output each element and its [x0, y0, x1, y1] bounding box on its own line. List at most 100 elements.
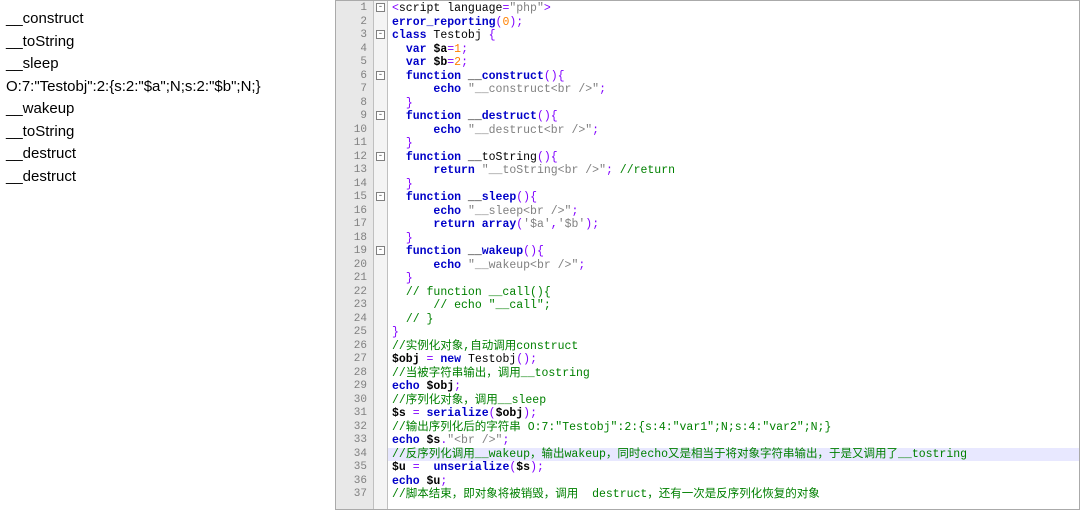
code-line[interactable]: }	[392, 232, 1079, 246]
fold-toggle-icon[interactable]: -	[376, 192, 385, 201]
fold-marker[interactable]: -	[374, 109, 387, 123]
line-number: 35	[336, 461, 367, 475]
code-line[interactable]: echo $s."<br />";	[392, 434, 1079, 448]
line-number: 18	[336, 232, 367, 246]
code-line[interactable]: }	[392, 97, 1079, 111]
code-line[interactable]: // function __call(){	[392, 286, 1079, 300]
code-line[interactable]: $obj = new Testobj();	[392, 353, 1079, 367]
line-number: 23	[336, 299, 367, 313]
fold-marker	[374, 298, 387, 312]
code-line[interactable]: $s = serialize($obj);	[392, 407, 1079, 421]
code-line[interactable]: // echo "__call";	[392, 299, 1079, 313]
code-line[interactable]: var $a=1;	[392, 43, 1079, 57]
line-number: 32	[336, 421, 367, 435]
code-line[interactable]: error_reporting(0);	[392, 16, 1079, 30]
line-number: 12	[336, 151, 367, 165]
code-line[interactable]: //实例化对象,自动调用construct	[392, 340, 1079, 354]
line-number: 4	[336, 43, 367, 57]
code-line[interactable]: var $b=2;	[392, 56, 1079, 70]
code-line[interactable]: function __wakeup(){	[392, 245, 1079, 259]
line-number: 37	[336, 488, 367, 502]
fold-marker	[374, 136, 387, 150]
code-line[interactable]: function __sleep(){	[392, 191, 1079, 205]
output-line: __sleep	[6, 53, 329, 76]
line-number: 28	[336, 367, 367, 381]
fold-marker	[374, 285, 387, 299]
line-number: 19	[336, 245, 367, 259]
fold-marker[interactable]: -	[374, 150, 387, 164]
fold-marker[interactable]: -	[374, 1, 387, 15]
code-line[interactable]: //当被字符串输出，调用__tostring	[392, 367, 1079, 381]
line-number: 24	[336, 313, 367, 327]
fold-marker	[374, 217, 387, 231]
code-editor[interactable]: 1234567891011121314151617181920212223242…	[335, 0, 1080, 510]
code-line[interactable]: class Testobj {	[392, 29, 1079, 43]
fold-toggle-icon[interactable]: -	[376, 30, 385, 39]
line-number: 31	[336, 407, 367, 421]
fold-marker	[374, 231, 387, 245]
fold-marker	[374, 339, 387, 353]
fold-marker[interactable]: -	[374, 69, 387, 83]
fold-marker	[374, 15, 387, 29]
code-area[interactable]: <script language="php">error_reporting(0…	[388, 1, 1079, 509]
fold-marker	[374, 55, 387, 69]
code-line[interactable]: echo "__wakeup<br />";	[392, 259, 1079, 273]
fold-marker	[374, 352, 387, 366]
code-line[interactable]: echo "__destruct<br />";	[392, 124, 1079, 138]
line-number: 30	[336, 394, 367, 408]
code-line[interactable]: //脚本结束，即对象将被销毁，调用 destruct，还有一次是反序列化恢复的对…	[392, 488, 1079, 502]
code-line[interactable]: echo "__sleep<br />";	[392, 205, 1079, 219]
fold-marker[interactable]: -	[374, 244, 387, 258]
line-number: 21	[336, 272, 367, 286]
fold-toggle-icon[interactable]: -	[376, 246, 385, 255]
code-line[interactable]: }	[392, 326, 1079, 340]
code-line[interactable]: function __toString(){	[392, 151, 1079, 165]
code-line[interactable]: echo "__construct<br />";	[392, 83, 1079, 97]
line-number: 9	[336, 110, 367, 124]
code-line[interactable]: function __destruct(){	[392, 110, 1079, 124]
fold-marker	[374, 123, 387, 137]
fold-column[interactable]: - - - - - - -	[374, 1, 388, 509]
line-number: 15	[336, 191, 367, 205]
fold-marker	[374, 379, 387, 393]
fold-toggle-icon[interactable]: -	[376, 71, 385, 80]
code-line[interactable]: echo $u;	[392, 475, 1079, 489]
output-line: __toString	[6, 31, 329, 54]
fold-toggle-icon[interactable]: -	[376, 152, 385, 161]
code-line[interactable]: $u = unserialize($s);	[392, 461, 1079, 475]
line-number: 33	[336, 434, 367, 448]
code-line[interactable]: }	[392, 178, 1079, 192]
code-line[interactable]: return "__toString<br />"; //return	[392, 164, 1079, 178]
line-number: 26	[336, 340, 367, 354]
code-line[interactable]: echo $obj;	[392, 380, 1079, 394]
line-number: 29	[336, 380, 367, 394]
fold-marker	[374, 474, 387, 488]
fold-marker	[374, 163, 387, 177]
code-line[interactable]: // }	[392, 313, 1079, 327]
output-panel: __construct __toString __sleep O:7:"Test…	[0, 0, 335, 510]
line-number: 27	[336, 353, 367, 367]
line-number: 16	[336, 205, 367, 219]
code-line[interactable]: return array('$a','$b');	[392, 218, 1079, 232]
fold-marker	[374, 82, 387, 96]
fold-marker	[374, 366, 387, 380]
code-line[interactable]: }	[392, 272, 1079, 286]
line-number: 2	[336, 16, 367, 30]
fold-marker	[374, 177, 387, 191]
code-line[interactable]: //输出序列化后的字符串 O:7:"Testobj":2:{s:4:"var1"…	[392, 421, 1079, 435]
line-number: 3	[336, 29, 367, 43]
code-line[interactable]: }	[392, 137, 1079, 151]
line-number: 20	[336, 259, 367, 273]
line-number: 25	[336, 326, 367, 340]
fold-marker[interactable]: -	[374, 28, 387, 42]
fold-marker[interactable]: -	[374, 190, 387, 204]
code-line[interactable]: //序列化对象，调用__sleep	[392, 394, 1079, 408]
line-number: 1	[336, 2, 367, 16]
line-number: 7	[336, 83, 367, 97]
fold-toggle-icon[interactable]: -	[376, 3, 385, 12]
code-line[interactable]: function __construct(){	[392, 70, 1079, 84]
fold-marker	[374, 487, 387, 501]
code-line[interactable]: <script language="php">	[392, 2, 1079, 16]
fold-toggle-icon[interactable]: -	[376, 111, 385, 120]
fold-marker	[374, 42, 387, 56]
